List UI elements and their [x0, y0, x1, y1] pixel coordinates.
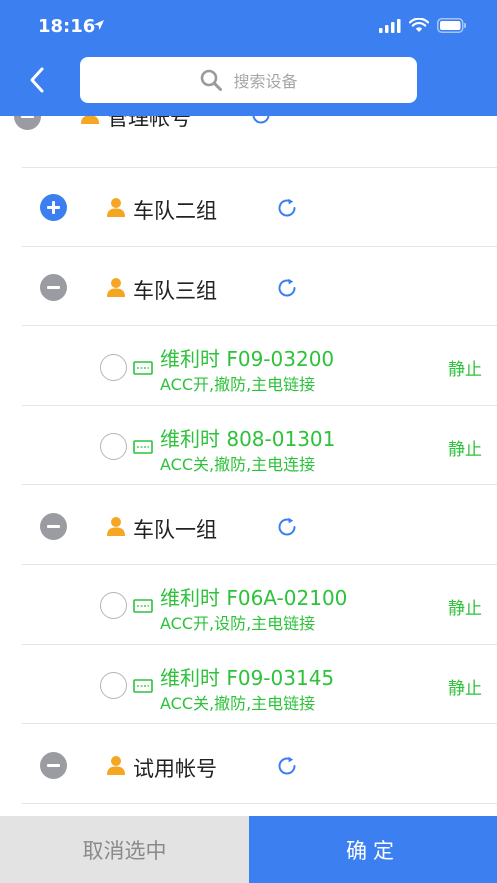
- group-label: 车队二组: [133, 199, 217, 223]
- collapse-button[interactable]: [40, 274, 67, 301]
- vehicle-device-icon: [133, 679, 153, 693]
- divider: [22, 803, 497, 804]
- motion-state: 静止: [448, 360, 482, 380]
- motion-state: 静止: [448, 599, 482, 619]
- group-label: 车队三组: [133, 279, 217, 303]
- group-row[interactable]: 车队三组: [0, 247, 497, 326]
- group-row[interactable]: 试用帐号: [0, 725, 497, 804]
- group-row[interactable]: 车队一组: [0, 486, 497, 565]
- status-icons: [379, 18, 467, 33]
- confirm-button[interactable]: 确定: [249, 816, 497, 883]
- expand-button[interactable]: [40, 194, 67, 221]
- device-status: ACC关,撤防,主电连接: [160, 455, 316, 474]
- device-checkbox[interactable]: [100, 433, 127, 460]
- divider: [22, 564, 497, 565]
- vehicle-device-icon: [133, 599, 153, 613]
- divider: [22, 325, 497, 326]
- top-bar: 18:16 搜索设备: [0, 0, 497, 116]
- device-tree-list[interactable]: 管理帐号 车队二组 车队三组 维利时 F09-03200 ACC开,撤防,主电链…: [0, 116, 497, 816]
- device-name: 维利时 F06A-02100: [160, 586, 348, 610]
- search-placeholder: 搜索设备: [233, 72, 298, 91]
- status-time: 18:16: [38, 16, 96, 37]
- device-status: ACC开,设防,主电链接: [160, 614, 316, 633]
- device-status: ACC关,撤防,主电链接: [160, 694, 316, 713]
- vehicle-device-icon: [133, 440, 153, 454]
- collapse-button[interactable]: [40, 513, 67, 540]
- chevron-left-icon: [30, 67, 44, 93]
- device-row[interactable]: 维利时 F06A-02100 ACC开,设防,主电链接 静止: [0, 566, 497, 645]
- motion-state: 静止: [448, 440, 482, 460]
- person-icon: [81, 116, 99, 124]
- person-icon: [107, 278, 125, 297]
- vehicle-device-icon: [133, 361, 153, 375]
- refresh-icon[interactable]: [276, 277, 298, 299]
- group-label: 管理帐号: [107, 116, 191, 130]
- group-row[interactable]: 车队二组: [0, 168, 497, 247]
- person-icon: [107, 517, 125, 536]
- deselect-button[interactable]: 取消选中: [0, 816, 249, 883]
- refresh-icon[interactable]: [250, 116, 272, 126]
- refresh-icon[interactable]: [276, 755, 298, 777]
- device-name: 维利时 808-01301: [160, 427, 336, 451]
- device-name: 维利时 F09-03200: [160, 347, 335, 371]
- group-label: 车队一组: [133, 518, 217, 542]
- motion-state: 静止: [448, 679, 482, 699]
- device-row[interactable]: 维利时 F09-03145 ACC关,撤防,主电链接 静止: [0, 645, 497, 724]
- back-button[interactable]: [22, 62, 52, 98]
- divider: [22, 484, 497, 485]
- device-status: ACC开,撤防,主电链接: [160, 375, 316, 394]
- device-row[interactable]: 维利时 F09-03200 ACC开,撤防,主电链接 静止: [0, 327, 497, 406]
- signal-icon: [379, 18, 401, 33]
- footer-bar: 取消选中 确定: [0, 816, 497, 883]
- device-checkbox[interactable]: [100, 354, 127, 381]
- group-label: 试用帐号: [133, 757, 217, 781]
- location-arrow-icon: [94, 20, 104, 30]
- person-icon: [107, 198, 125, 217]
- refresh-icon[interactable]: [276, 516, 298, 538]
- group-row[interactable]: 管理帐号: [0, 116, 497, 168]
- collapse-button[interactable]: [14, 116, 41, 130]
- search-input[interactable]: 搜索设备: [80, 57, 417, 103]
- person-icon: [107, 756, 125, 775]
- device-row[interactable]: 维利时 808-01301 ACC关,撤防,主电连接 静止: [0, 406, 497, 485]
- device-name: 维利时 F09-03145: [160, 666, 335, 690]
- device-checkbox[interactable]: [100, 672, 127, 699]
- search-icon: [201, 69, 223, 91]
- refresh-icon[interactable]: [276, 197, 298, 219]
- battery-icon: [437, 18, 466, 33]
- wifi-icon: [409, 18, 429, 32]
- divider: [22, 723, 497, 724]
- device-checkbox[interactable]: [100, 592, 127, 619]
- collapse-button[interactable]: [40, 752, 67, 779]
